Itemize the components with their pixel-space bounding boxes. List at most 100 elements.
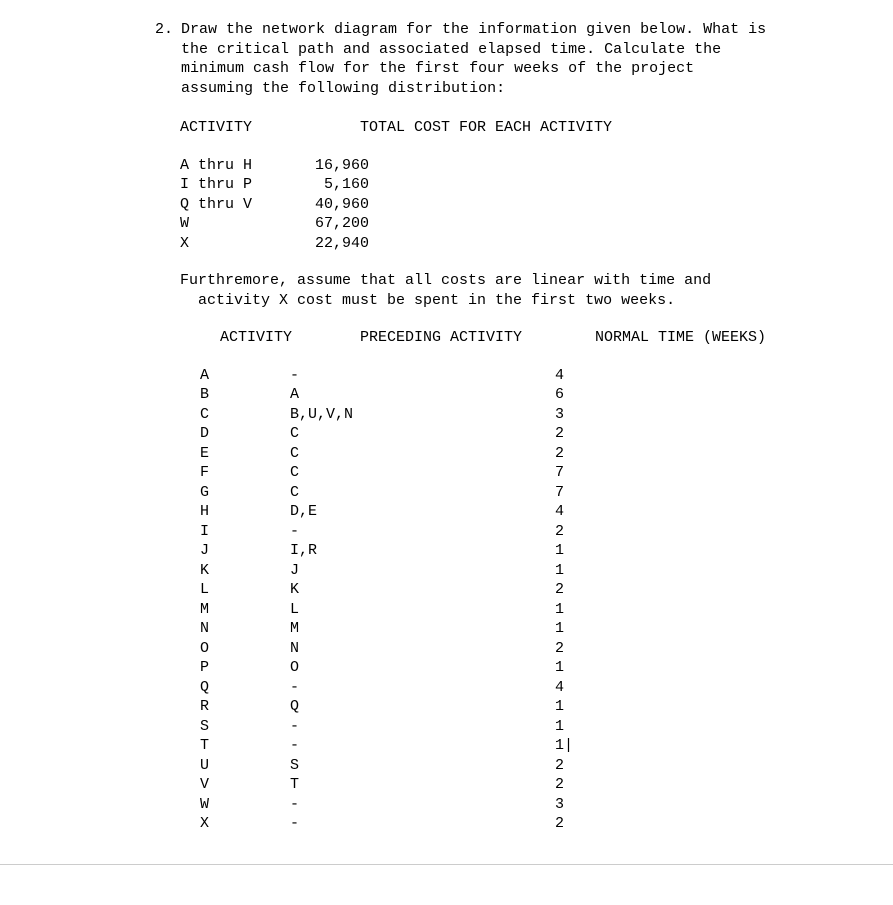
activity-row: X-2 [200, 814, 863, 834]
question-number: 2. [155, 20, 173, 98]
activity-name: K [200, 561, 290, 581]
activity-name: R [200, 697, 290, 717]
activity-name: V [200, 775, 290, 795]
activity-name: U [200, 756, 290, 776]
activity-name: F [200, 463, 290, 483]
furthermore-line: activity X cost must be spent in the fir… [198, 291, 863, 311]
activity-name: D [200, 424, 290, 444]
activity-row: RQ1 [200, 697, 863, 717]
activity-preceding: C [290, 463, 555, 483]
activity-name: T [200, 736, 290, 756]
activity-name: M [200, 600, 290, 620]
activity-row: PO1 [200, 658, 863, 678]
cost-value: 67,200 [315, 214, 369, 234]
activity-preceding: - [290, 366, 555, 386]
activity-row: VT2 [200, 775, 863, 795]
cost-row: I thru P 5,160 [180, 175, 863, 195]
activity-time: 1 [555, 561, 615, 581]
activity-name: J [200, 541, 290, 561]
page-divider [0, 864, 893, 865]
activity-preceding: M [290, 619, 555, 639]
activity-row: DC2 [200, 424, 863, 444]
activity-name: S [200, 717, 290, 737]
activity-row: Q-4 [200, 678, 863, 698]
activity-row: LK2 [200, 580, 863, 600]
cost-value: 16,960 [315, 156, 369, 176]
activity-preceding: Q [290, 697, 555, 717]
activity-time: 2 [555, 639, 615, 659]
activity-header-name: ACTIVITY [220, 328, 360, 348]
activity-time: 7 [555, 463, 615, 483]
cost-row: A thru H16,960 [180, 156, 863, 176]
activity-name: E [200, 444, 290, 464]
cost-table-header: ACTIVITY TOTAL COST FOR EACH ACTIVITY [180, 118, 863, 138]
cost-header-total: TOTAL COST FOR EACH ACTIVITY [360, 118, 612, 138]
activity-preceding: S [290, 756, 555, 776]
activity-preceding: J [290, 561, 555, 581]
activity-row: W-3 [200, 795, 863, 815]
activity-time: 4 [555, 678, 615, 698]
activity-name: H [200, 502, 290, 522]
activity-preceding: - [290, 678, 555, 698]
activity-time: 3 [555, 795, 615, 815]
activity-preceding: C [290, 424, 555, 444]
furthermore-line: Furthremore, assume that all costs are l… [180, 271, 863, 291]
activity-time: 4 [555, 502, 615, 522]
activity-row: KJ1 [200, 561, 863, 581]
activity-name: C [200, 405, 290, 425]
activity-time: 4 [555, 366, 615, 386]
activity-name: Q [200, 678, 290, 698]
activity-row: JI,R1 [200, 541, 863, 561]
furthermore-note: Furthremore, assume that all costs are l… [180, 271, 863, 310]
activity-preceding: - [290, 795, 555, 815]
activity-preceding: K [290, 580, 555, 600]
activity-name: P [200, 658, 290, 678]
activity-row: A-4 [200, 366, 863, 386]
activity-preceding: L [290, 600, 555, 620]
cost-value: 40,960 [315, 195, 369, 215]
activity-preceding: N [290, 639, 555, 659]
activity-row: BA6 [200, 385, 863, 405]
activity-name: L [200, 580, 290, 600]
cost-label: A thru H [180, 156, 315, 176]
activity-preceding: T [290, 775, 555, 795]
activity-time: 1 [555, 541, 615, 561]
activity-preceding: B,U,V,N [290, 405, 555, 425]
activity-time: 1 [555, 600, 615, 620]
activity-time: 2 [555, 814, 615, 834]
activity-time: 2 [555, 775, 615, 795]
cost-label: Q thru V [180, 195, 315, 215]
activity-row: NM1 [200, 619, 863, 639]
activity-name: N [200, 619, 290, 639]
activity-name: B [200, 385, 290, 405]
activity-name: A [200, 366, 290, 386]
cost-list: A thru H16,960I thru P 5,160Q thru V40,9… [180, 156, 863, 254]
activity-name: G [200, 483, 290, 503]
activity-time: 1 [555, 717, 615, 737]
activity-time: 7 [555, 483, 615, 503]
activity-time: 1 [555, 658, 615, 678]
activity-preceding: - [290, 522, 555, 542]
cost-label: X [180, 234, 315, 254]
activity-row: T-1| [200, 736, 863, 756]
activity-preceding: - [290, 736, 555, 756]
activity-time: 2 [555, 424, 615, 444]
activity-name: O [200, 639, 290, 659]
cost-value: 22,940 [315, 234, 369, 254]
activity-preceding: C [290, 444, 555, 464]
activity-header-time: NORMAL TIME (WEEKS) [595, 328, 766, 348]
activity-row: US2 [200, 756, 863, 776]
question-line: assuming the following distribution: [181, 79, 863, 99]
activity-header-preceding: PRECEDING ACTIVITY [360, 328, 595, 348]
cost-label: I thru P [180, 175, 315, 195]
activity-table-header: ACTIVITY PRECEDING ACTIVITY NORMAL TIME … [180, 328, 863, 348]
cost-row: Q thru V40,960 [180, 195, 863, 215]
activity-time: 3 [555, 405, 615, 425]
activity-preceding: - [290, 814, 555, 834]
activity-preceding: C [290, 483, 555, 503]
activity-preceding: D,E [290, 502, 555, 522]
activity-row: S-1 [200, 717, 863, 737]
activity-time: 2 [555, 756, 615, 776]
activity-preceding: A [290, 385, 555, 405]
cost-header-activity: ACTIVITY [180, 118, 360, 138]
